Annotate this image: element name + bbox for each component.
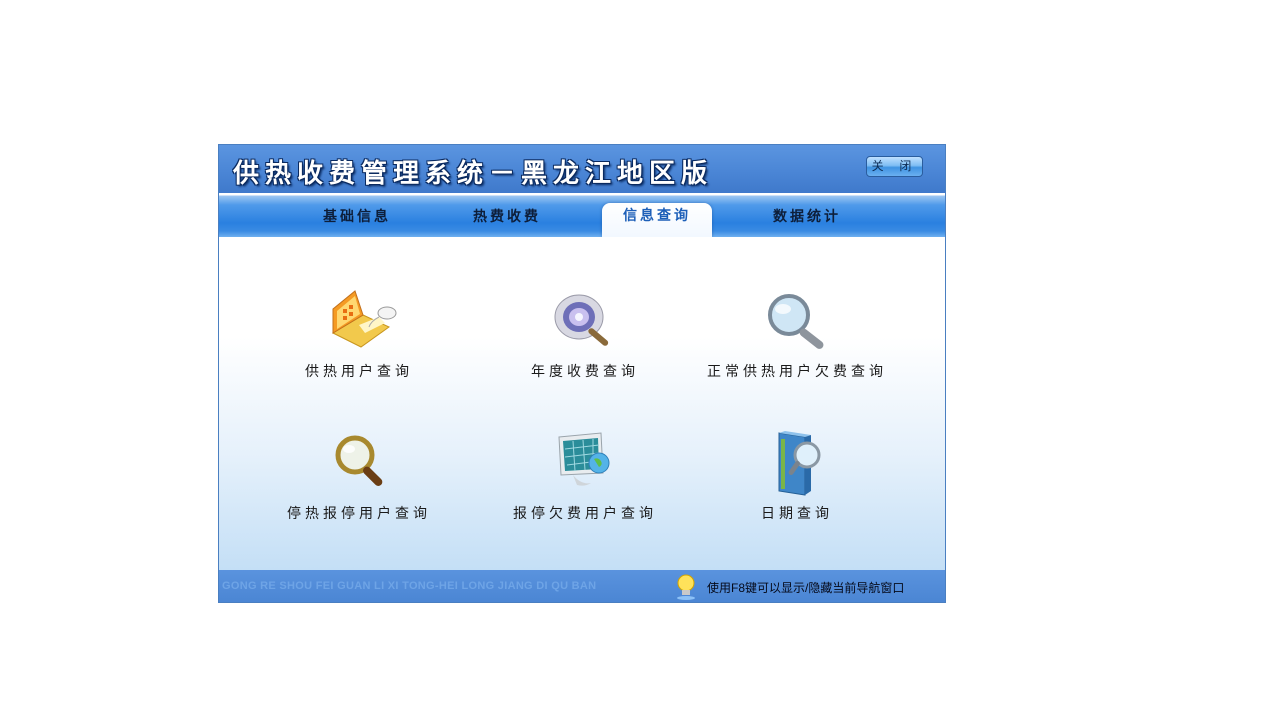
item-label: 正常供热用户欠费查询 [707,364,887,380]
laptop-icon [319,287,399,357]
query-by-date[interactable]: 日期查询 [697,429,897,523]
content-panel: 供热用户查询 年度收费查询 正常供热用户欠费查询 停热报停用户查询 报停欠费用户… [219,237,945,570]
close-button[interactable]: 关 闭 [866,156,923,177]
monitor-globe-icon [545,429,625,499]
main-window: 供热收费管理系统－黑龙江地区版 关 闭 基础信息 热费收费 信息查询 数据统计 [218,144,946,603]
pinyin-caption: GONG RE SHOU FEI GUAN LI XI TONG-HEI LON… [222,580,597,592]
magnifier-icon [757,287,837,357]
item-label: 日期查询 [761,506,833,522]
cd-magnifier-icon [545,287,625,357]
item-label: 停热报停用户查询 [287,506,431,522]
query-heating-users[interactable]: 供热用户查询 [259,287,459,381]
tab-data-statistics[interactable]: 数据统计 [752,204,862,230]
tab-bar: 基础信息 热费收费 信息查询 数据统计 [219,193,945,237]
query-annual-fees[interactable]: 年度收费查询 [485,287,685,381]
gold-magnifier-icon [319,429,399,499]
item-label: 报停欠费用户查询 [513,506,657,522]
tab-fee-collection[interactable]: 热费收费 [452,204,562,230]
title-bar: 供热收费管理系统－黑龙江地区版 关 闭 [219,145,945,193]
query-suspended-users[interactable]: 停热报停用户查询 [259,429,459,523]
item-label: 供热用户查询 [305,364,413,380]
item-label: 年度收费查询 [531,364,639,380]
book-magnifier-icon [757,429,837,499]
tab-basic-info[interactable]: 基础信息 [302,204,412,230]
query-suspended-arrears[interactable]: 报停欠费用户查询 [485,429,685,523]
query-normal-arrears[interactable]: 正常供热用户欠费查询 [697,287,897,381]
status-bar: GONG RE SHOU FEI GUAN LI XI TONG-HEI LON… [219,570,945,602]
hint-text: 使用F8键可以显示/隐藏当前导航窗口 [707,581,905,595]
app-title: 供热收费管理系统－黑龙江地区版 [233,159,714,189]
lightbulb-icon [673,573,699,601]
tab-info-query[interactable]: 信息查询 [602,203,712,237]
